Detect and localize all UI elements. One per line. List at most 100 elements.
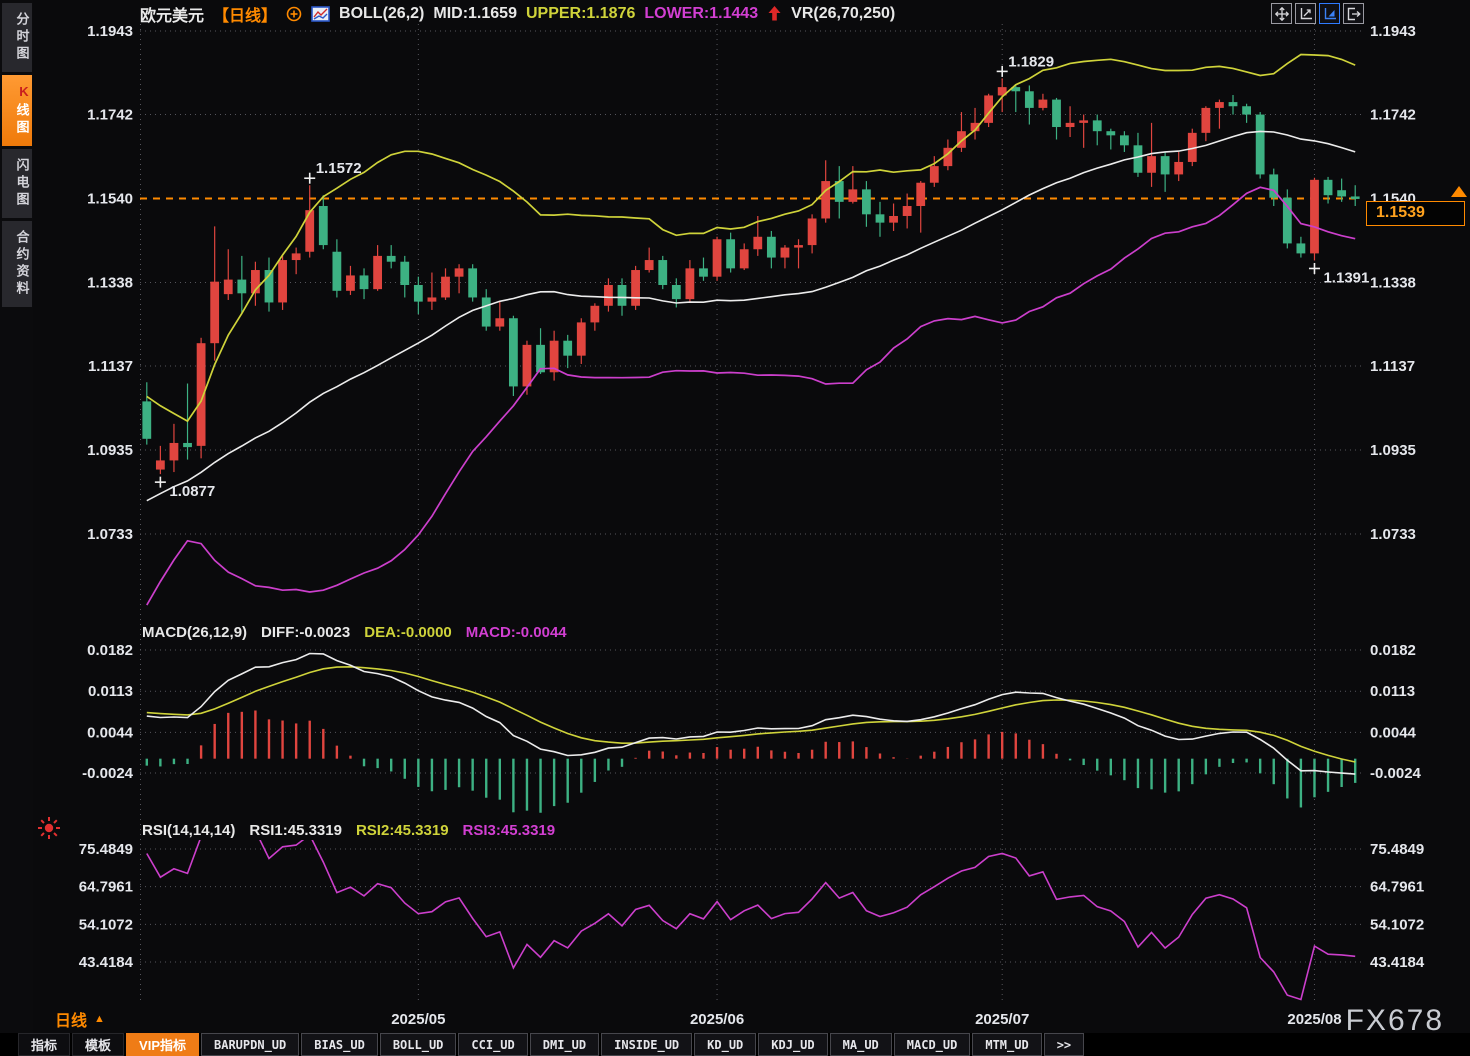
sidebar-item-label: 闪电图 — [2, 158, 32, 209]
period-tag[interactable]: 【日线】 — [213, 2, 277, 26]
tab-kd-ud[interactable]: KD_UD — [694, 1033, 756, 1056]
tab-inside-ud[interactable]: INSIDE_UD — [601, 1033, 692, 1056]
svg-text:2025/07: 2025/07 — [975, 1011, 1029, 1028]
axis-labels: 1.19431.19431.17421.17421.15401.15401.13… — [79, 23, 1425, 1028]
sidebar-item-kline-chart[interactable]: K线图 — [2, 75, 32, 146]
indicator-tab-bar: 指标 模板 VIP指标 BARUPDN_UD BIAS_UD BOLL_UD C… — [0, 1033, 1470, 1056]
tab-macd-ud[interactable]: MACD_UD — [894, 1033, 971, 1056]
auto-scale-icon[interactable] — [1319, 3, 1340, 24]
sidebar-item-contract-info[interactable]: 合约资料 — [2, 221, 32, 307]
macd-diff-value: DIFF:-0.0023 — [261, 624, 350, 641]
svg-text:2025/06: 2025/06 — [690, 1011, 744, 1028]
svg-text:64.7961: 64.7961 — [79, 879, 133, 896]
tab-kdj-ud[interactable]: KDJ_UD — [758, 1033, 827, 1056]
svg-text:-0.0024: -0.0024 — [1370, 765, 1422, 782]
svg-text:0.0113: 0.0113 — [88, 683, 133, 700]
alert-sun-icon — [36, 815, 62, 846]
chart-header: 欧元美元 【日线】 BOLL(26,2) MID:1.1659 UPPER:1.… — [140, 1, 895, 26]
circle-plus-icon[interactable] — [286, 6, 302, 22]
tab-more[interactable]: >> — [1044, 1033, 1084, 1056]
svg-text:0.0182: 0.0182 — [87, 642, 133, 659]
left-sidebar: 分时图 K线图 闪电图 合约资料 — [0, 0, 33, 1056]
macd-dea-value: DEA:-0.0000 — [364, 624, 452, 641]
svg-text:1.1137: 1.1137 — [88, 358, 133, 375]
tab-mtm-ud[interactable]: MTM_UD — [972, 1033, 1041, 1056]
tab-dmi-ud[interactable]: DMI_UD — [530, 1033, 599, 1056]
macd-macd-value: MACD:-0.0044 — [466, 624, 567, 641]
exit-fullscreen-icon[interactable] — [1343, 3, 1364, 24]
tab-indicator[interactable]: 指标 — [18, 1033, 70, 1056]
svg-text:2025/08: 2025/08 — [1287, 1011, 1341, 1028]
macd-name: MACD(26,12,9) — [142, 624, 247, 641]
sidebar-item-flash-chart[interactable]: 闪电图 — [2, 149, 32, 218]
sidebar-item-label: K — [2, 84, 32, 103]
svg-text:0.0044: 0.0044 — [87, 724, 134, 741]
chart-toolbar — [1271, 3, 1364, 24]
sidebar-item-label: 线图 — [2, 103, 32, 137]
boll-lower-value: LOWER:1.1443 — [644, 5, 758, 23]
tab-ma-ud[interactable]: MA_UD — [830, 1033, 892, 1056]
svg-text:0.0182: 0.0182 — [1370, 642, 1416, 659]
svg-text:75.4849: 75.4849 — [79, 841, 133, 858]
tab-template[interactable]: 模板 — [72, 1033, 124, 1056]
main-chart-canvas[interactable]: 1.19431.19431.17421.17421.15401.15401.13… — [0, 0, 1470, 1056]
svg-text:54.1072: 54.1072 — [1370, 916, 1424, 933]
svg-text:54.1072: 54.1072 — [79, 916, 133, 933]
tab-boll-ud[interactable]: BOLL_UD — [380, 1033, 457, 1056]
dropdown-up-icon: ▲ — [94, 1013, 105, 1025]
price-up-triangle — [1451, 186, 1467, 197]
svg-text:43.4184: 43.4184 — [79, 954, 134, 971]
tab-bias-ud[interactable]: BIAS_UD — [301, 1033, 378, 1056]
last-price-tag: 1.1539 — [1366, 201, 1465, 226]
rsi-pane-header: RSI(14,14,14) RSI1:45.3319 RSI2:45.3319 … — [142, 819, 555, 841]
tab-vip-indicator[interactable]: VIP指标 — [126, 1033, 199, 1056]
macd-layer — [147, 654, 1355, 813]
svg-text:1.1137: 1.1137 — [1370, 358, 1415, 375]
period-selector[interactable]: 日线 ▲ — [55, 1007, 105, 1031]
svg-text:1.0877: 1.0877 — [169, 483, 215, 500]
sidebar-item-timeshare-chart[interactable]: 分时图 — [2, 3, 32, 72]
trading-app-window: 1.19431.19431.17421.17421.15401.15401.13… — [0, 0, 1470, 1056]
svg-text:0.0044: 0.0044 — [1370, 724, 1417, 741]
svg-text:1.0935: 1.0935 — [87, 442, 133, 459]
svg-text:1.0733: 1.0733 — [87, 526, 133, 543]
svg-text:43.4184: 43.4184 — [1370, 954, 1425, 971]
svg-text:64.7961: 64.7961 — [1370, 879, 1424, 896]
rsi-name: RSI(14,14,14) — [142, 822, 235, 839]
vr-label: VR(26,70,250) — [791, 5, 895, 23]
svg-text:1.1572: 1.1572 — [316, 160, 362, 177]
svg-text:1.0733: 1.0733 — [1370, 526, 1416, 543]
svg-text:1.1943: 1.1943 — [87, 23, 133, 40]
svg-text:1.1391: 1.1391 — [1323, 269, 1369, 286]
period-selector-label: 日线 — [55, 1007, 87, 1031]
rsi1-value: RSI1:45.3319 — [249, 822, 342, 839]
svg-text:1.1540: 1.1540 — [87, 191, 133, 208]
rsi-layer — [147, 823, 1355, 999]
boll-label: BOLL(26,2) — [339, 5, 424, 23]
tab-cci-ud[interactable]: CCI_UD — [458, 1033, 527, 1056]
svg-text:1.1742: 1.1742 — [1370, 107, 1416, 124]
macd-pane-header: MACD(26,12,9) DIFF:-0.0023 DEA:-0.0000 M… — [142, 621, 567, 643]
svg-text:1.1338: 1.1338 — [87, 275, 133, 292]
rsi2-value: RSI2:45.3319 — [356, 822, 449, 839]
svg-text:1.1338: 1.1338 — [1370, 275, 1416, 292]
svg-text:1.1829: 1.1829 — [1008, 53, 1054, 70]
svg-text:1.0935: 1.0935 — [1370, 442, 1416, 459]
svg-text:2025/05: 2025/05 — [391, 1011, 445, 1028]
axis-scale-icon[interactable] — [1295, 3, 1316, 24]
mini-chart-icon[interactable] — [311, 6, 330, 22]
svg-text:75.4849: 75.4849 — [1370, 841, 1424, 858]
svg-text:-0.0024: -0.0024 — [82, 765, 134, 782]
boll-upper-value: UPPER:1.1876 — [526, 5, 635, 23]
rsi3-value: RSI3:45.3319 — [463, 822, 556, 839]
pan-move-icon[interactable] — [1271, 3, 1292, 24]
svg-text:0.0113: 0.0113 — [1370, 683, 1415, 700]
svg-text:1.1943: 1.1943 — [1370, 23, 1416, 40]
tab-barupdn-ud[interactable]: BARUPDN_UD — [201, 1033, 299, 1056]
boll-mid-value: MID:1.1659 — [433, 5, 517, 23]
symbol-name: 欧元美元 — [140, 2, 204, 26]
sidebar-item-label: 分时图 — [2, 12, 32, 63]
svg-text:1.1742: 1.1742 — [87, 107, 133, 124]
candlestick-layer — [142, 78, 1359, 474]
bollinger-layer — [147, 55, 1355, 606]
